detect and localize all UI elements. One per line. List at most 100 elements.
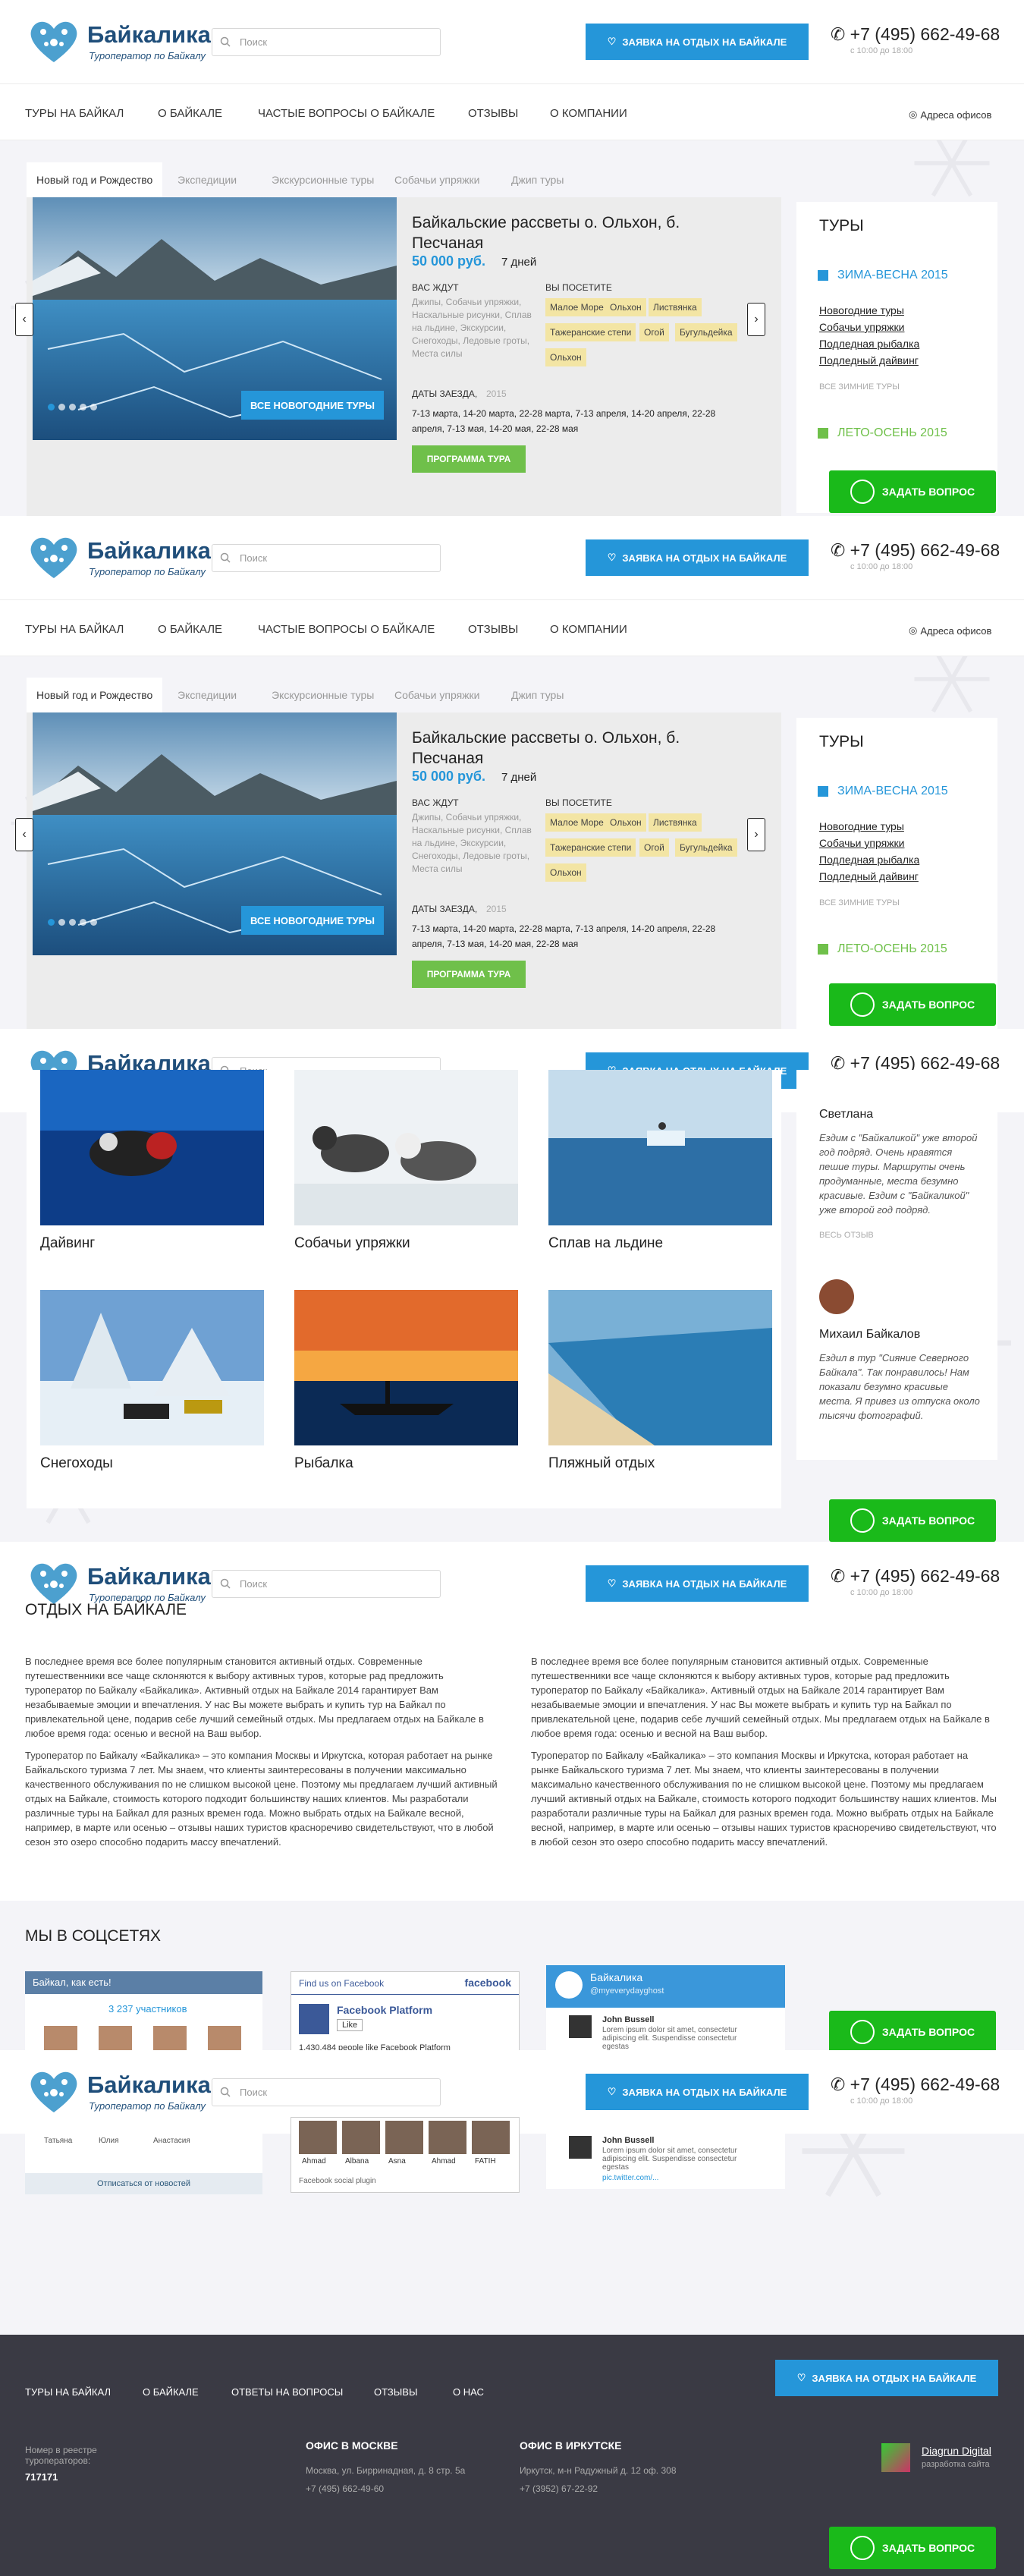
activity-name[interactable]: Пляжный отдых [548,1455,655,1472]
activity-card[interactable]: Рыбалка [294,1290,518,1480]
slider-dots[interactable] [48,404,97,410]
winter-link-2[interactable]: Подледная рыбалка [819,854,919,866]
slider-next-arrow[interactable]: › [747,818,765,851]
activity-name[interactable]: Снегоходы [40,1455,113,1472]
facebook-page-name[interactable]: Facebook Platform [337,2004,432,2016]
slider-prev-arrow[interactable]: ‹ [15,818,33,851]
search-input[interactable]: Поиск [212,28,441,56]
winter-link-3[interactable]: Подледный дайвинг [819,870,919,882]
activity-name[interactable]: Сплав на льдине [548,1235,663,1252]
tour-program-button[interactable]: ПРОГРАММА ТУРА [412,445,526,473]
visit-tag[interactable]: Ольхон [605,298,646,316]
tab-1[interactable]: Экспедиции [168,678,247,712]
request-button[interactable]: ♡ ЗАЯВКА НА ОТДЫХ НА БАЙКАЛЕ [586,539,809,576]
footer-nav-4[interactable]: О НАС [453,2386,484,2398]
tab-1[interactable]: Экспедиции [168,162,247,197]
visit-tag[interactable]: Тажеранские степи [545,323,636,341]
site-logo[interactable]: Байкалика Туроператор по Байкалу [27,534,211,581]
activity-name[interactable]: Рыбалка [294,1455,353,1472]
fb-friend-photo[interactable] [472,2121,510,2154]
nav-item-4[interactable]: О КОМПАНИИ [550,107,627,120]
tab-0[interactable]: Новый год и Рождество [27,162,163,197]
activity-photo[interactable] [548,1070,772,1225]
nav-item-1[interactable]: О БАЙКАЛЕ [158,107,222,120]
visit-tag[interactable]: Ольхон [545,348,586,366]
tab-3[interactable]: Собачьи упряжки [385,678,489,712]
ask-question-button[interactable]: ЗАДАТЬ ВОПРОС [829,470,996,513]
vk-member-name[interactable]: Анастасия [153,2137,190,2145]
footer-nav-0[interactable]: ТУРЫ НА БАЙКАЛ [25,2386,111,2398]
request-button[interactable]: ♡ ЗАЯВКА НА ОТДЫХ НА БАЙКАЛЕ [586,24,809,60]
visit-tag[interactable]: Тажеранские степи [545,838,636,857]
tab-4[interactable]: Джип туры [501,162,573,197]
visit-tag[interactable]: Ольхон [605,813,646,832]
slider-dot[interactable] [69,404,76,410]
fb-friend-photo[interactable] [342,2121,380,2154]
nav-item-0[interactable]: ТУРЫ НА БАЙКАЛ [25,107,124,120]
winter-link-2[interactable]: Подледная рыбалка [819,338,919,350]
activity-photo[interactable] [40,1290,264,1445]
phone-number[interactable]: ✆ +7 (495) 662-49-68 [831,1566,1000,1587]
activity-photo[interactable] [40,1070,264,1225]
winter-link-0[interactable]: Новогодние туры [819,820,904,832]
all-new-year-tours-button[interactable]: ВСЕ НОВОГОДНИЕ ТУРЫ [241,906,384,935]
vk-widget-lower[interactable]: Татьяна Юлия Анастасия Отписаться от новост… [25,2134,262,2194]
visit-tag[interactable]: Малое Море [545,813,608,832]
winter-link-1[interactable]: Собачьи упряжки [819,837,904,849]
facebook-widget[interactable]: Find us on Facebook facebook Facebook Plat… [291,1971,520,2056]
vk-unsubscribe[interactable]: Отписаться от новостей [25,2173,262,2194]
slider-dots[interactable] [48,919,97,926]
offices-link[interactable]: ◎ Адреса офисов [909,624,991,637]
phone-number[interactable]: ✆ +7 (495) 662-49-68 [831,540,1000,561]
activity-card[interactable]: Сплав на льдине [548,1070,772,1260]
facebook-widget-lower[interactable]: Ahmad Albana Asna Ahmad FATIH Facebook social… [291,2117,520,2193]
search-input[interactable]: Поиск [212,1570,441,1598]
winter-link-1[interactable]: Собачьи упряжки [819,321,904,333]
activity-card[interactable]: Пляжный отдых [548,1290,772,1480]
ask-question-button[interactable]: ЗАДАТЬ ВОПРОС [829,2527,996,2569]
activity-card[interactable]: Дайвинг [40,1070,264,1260]
winter-section-title[interactable]: ЗИМА-ВЕСНА 2015 [818,785,948,798]
facebook-like-button[interactable]: Like [337,2019,363,2031]
slider-dot[interactable] [48,919,55,926]
slider-dot[interactable] [90,404,97,410]
slider-dot[interactable] [58,404,65,410]
visit-tag[interactable]: Огой [639,838,669,857]
visit-tag[interactable]: Листвянка [649,298,702,316]
moscow-phone[interactable]: +7 (495) 662-49-60 [306,2483,384,2494]
request-button[interactable]: ♡ ЗАЯВКА НА ОТДЫХ НА БАЙКАЛЕ [586,1565,809,1602]
tour-slide[interactable]: ВСЕ НОВОГОДНИЕ ТУРЫ [33,712,397,955]
nav-item-2[interactable]: ЧАСТЫЕ ВОПРОСЫ О БАЙКАЛЕ [258,623,435,636]
nav-item-4[interactable]: О КОМПАНИИ [550,623,627,636]
fb-friend-photo[interactable] [299,2121,337,2154]
slider-dot[interactable] [48,404,55,410]
activity-name[interactable]: Собачьи упряжки [294,1235,410,1252]
site-logo[interactable]: Байкалика Туроператор по Байкалу [27,18,211,65]
tour-slide[interactable]: ВСЕ НОВОГОДНИЕ ТУРЫ [33,197,397,440]
footer-nav-2[interactable]: ОТВЕТЫ НА ВОПРОСЫ [231,2386,343,2398]
tab-2[interactable]: Экскурсионные туры [262,162,384,197]
irkutsk-phone[interactable]: +7 (3952) 67-22-92 [520,2483,598,2494]
visit-tag[interactable]: Ольхон [545,863,586,882]
visit-tag[interactable]: Бугульдейка [675,838,737,857]
fb-friend-photo[interactable] [385,2121,423,2154]
nav-item-1[interactable]: О БАЙКАЛЕ [158,623,222,636]
footer-request-button[interactable]: ♡ ЗАЯВКА НА ОТДЫХ НА БАЙКАЛЕ [775,2360,998,2396]
activity-card[interactable]: Собачьи упряжки [294,1070,518,1260]
slider-dot[interactable] [80,919,86,926]
slider-dot[interactable] [90,919,97,926]
search-input[interactable]: Поиск [212,2078,441,2106]
site-logo[interactable]: Байкалика Туроператор по Байкалу [27,2068,211,2115]
developer-name[interactable]: Diagrun Digital [922,2445,991,2457]
summer-section-title[interactable]: ЛЕТО-ОСЕНЬ 2015 [818,426,947,440]
winter-link-0[interactable]: Новогодние туры [819,304,904,316]
footer-nav-3[interactable]: ОТЗЫВЫ [374,2386,417,2398]
twitter-widget[interactable]: Байкалика @myeverydayghost John Bussell Lor… [546,1965,785,2056]
tour-title[interactable]: Байкальские рассветы о. Ольхон, б. Песча… [412,728,715,769]
phone-number[interactable]: ✆ +7 (495) 662-49-68 [831,24,1000,45]
activity-card[interactable]: Снегоходы [40,1290,264,1480]
visit-tag[interactable]: Листвянка [649,813,702,832]
footer-nav-1[interactable]: О БАЙКАЛЕ [143,2386,199,2398]
nav-item-3[interactable]: ОТЗЫВЫ [468,623,518,636]
tweet-link[interactable]: pic.twitter.com/... [602,2174,658,2182]
